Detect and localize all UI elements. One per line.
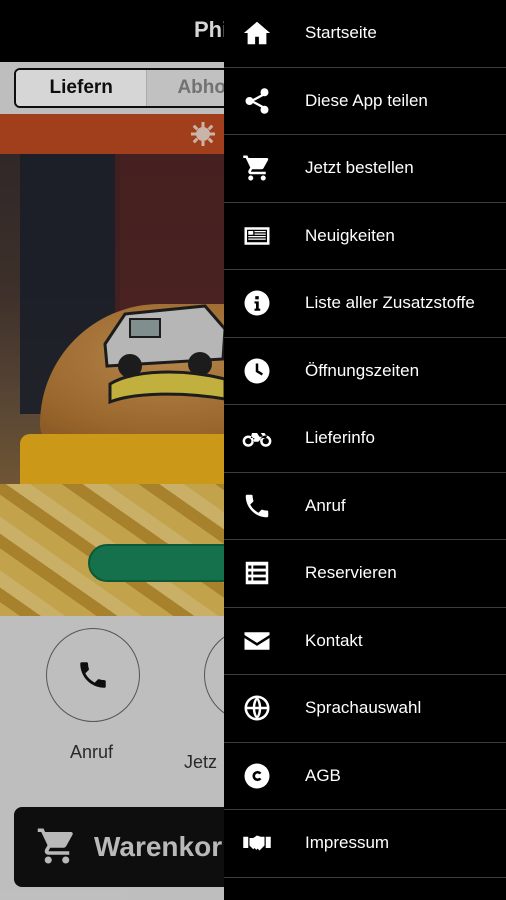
copyright-icon [240,759,274,793]
drawer-item-label: Diese App teilen [305,90,428,110]
drawer-item-label: Neuigkeiten [305,225,395,245]
drawer-item-language[interactable]: Sprachauswahl [224,675,506,743]
drawer-item-label: Kontakt [305,630,363,650]
drawer-item-contact[interactable]: Kontakt [224,608,506,675]
home-icon [240,16,274,50]
drawer-item-imprint[interactable]: Impressum [224,810,506,878]
share-icon [240,84,274,118]
navigation-drawer: Startseite Diese App teilen Jetzt bestel… [224,0,506,900]
drawer-item-order[interactable]: Jetzt bestellen [224,135,506,203]
drawer-item-label: Sprachauswahl [305,698,422,718]
handshake-icon [240,826,274,860]
drawer-item-label: Anruf [305,495,346,515]
drawer-item-label: Impressum [305,833,390,853]
list-icon [240,556,274,590]
drawer-item-label: Startseite [305,23,377,43]
envelope-icon [240,624,274,658]
news-icon [240,219,274,253]
drawer-item-label: Liste aller Zusatzstoffe [305,293,475,313]
drawer-item-opening-hours[interactable]: Öffnungszeiten [224,338,506,405]
cart-icon [240,151,274,185]
info-icon [240,286,274,320]
drawer-item-call[interactable]: Anruf [224,473,506,540]
drawer-item-label: Öffnungszeiten [305,360,420,380]
drawer-item-reserve[interactable]: Reservieren [224,540,506,608]
drawer-item-delivery-info[interactable]: Lieferinfo [224,405,506,473]
drawer-item-label: AGB [305,765,341,785]
globe-icon [240,691,274,725]
drawer-item-label: Lieferinfo [305,428,375,448]
drawer-item-news[interactable]: Neuigkeiten [224,203,506,270]
drawer-item-share[interactable]: Diese App teilen [224,68,506,135]
drawer-item-label: Reservieren [305,563,397,583]
drawer-item-startseite[interactable]: Startseite [224,0,506,68]
phone-icon [240,489,274,523]
drawer-item-additives[interactable]: Liste aller Zusatzstoffe [224,270,506,338]
drawer-item-label: Jetzt bestellen [305,158,414,178]
clock-icon [240,354,274,388]
motorcycle-icon [240,421,274,455]
drawer-item-terms[interactable]: AGB [224,743,506,810]
